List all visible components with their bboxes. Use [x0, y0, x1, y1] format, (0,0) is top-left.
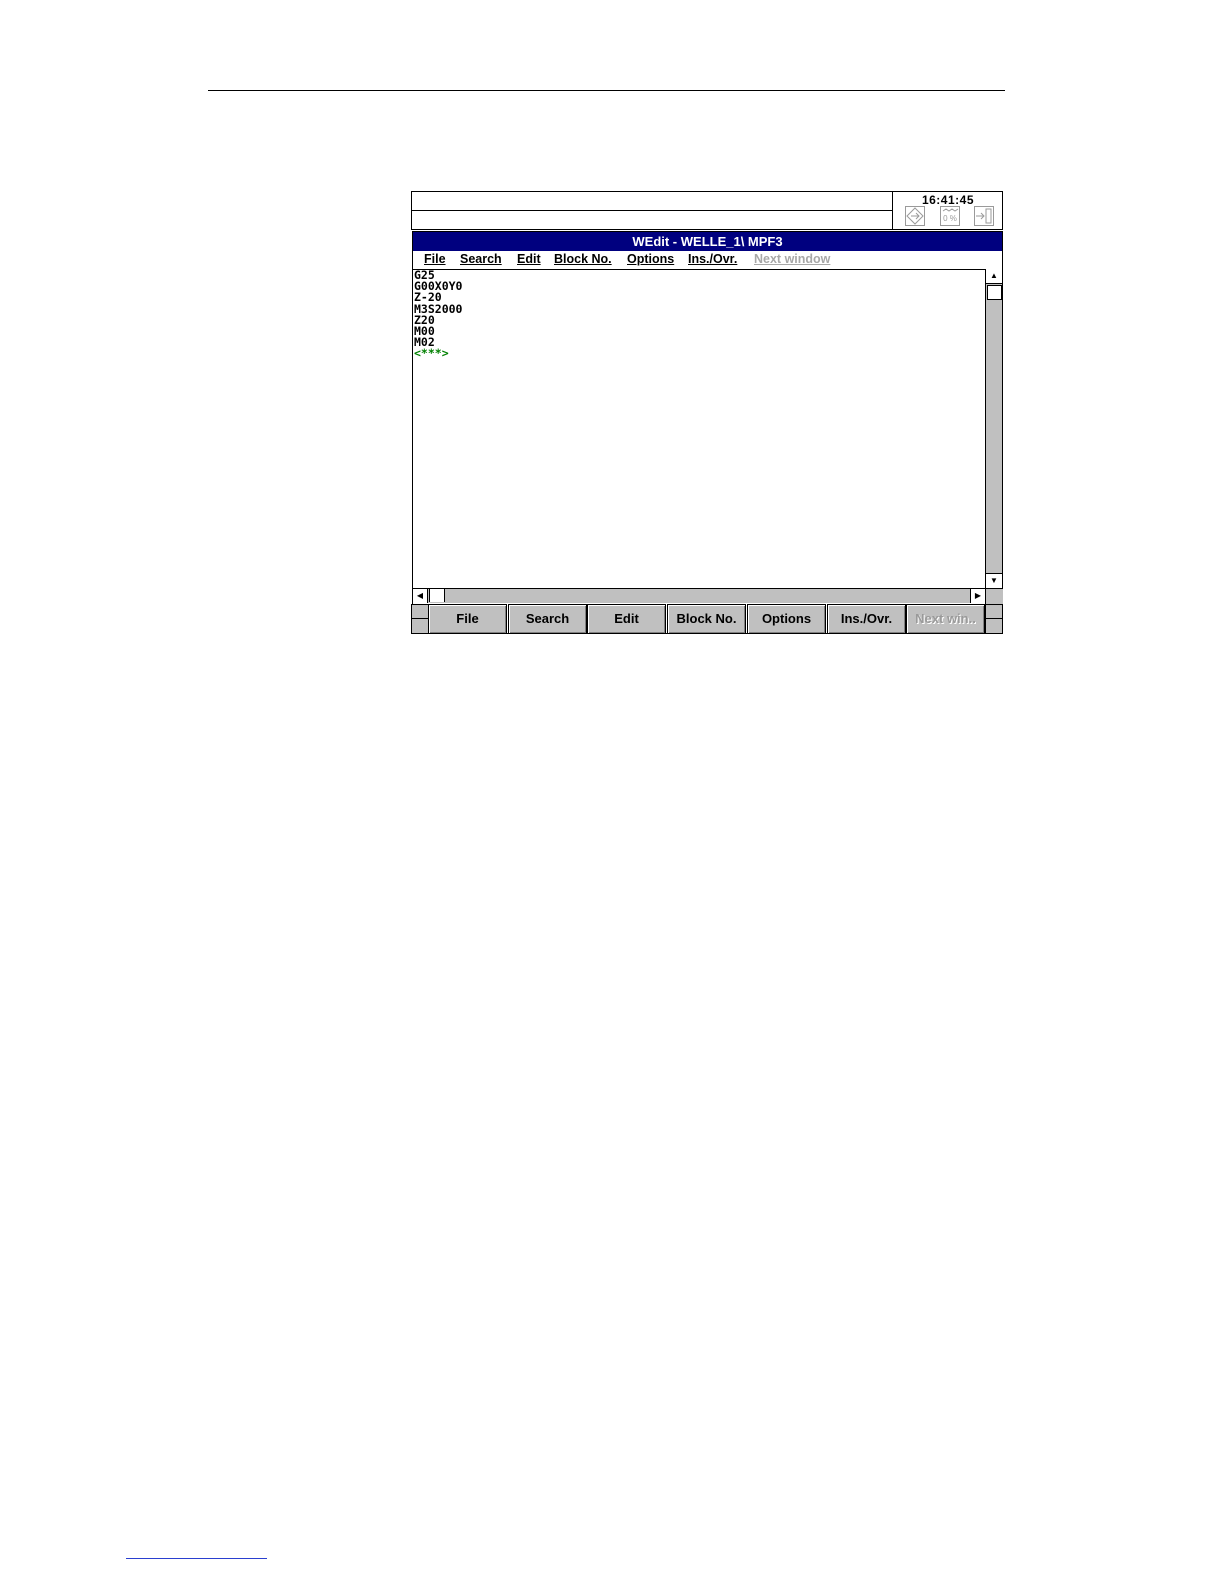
vertical-scroll-thumb[interactable] [987, 285, 1002, 300]
softkey-options[interactable]: Options [747, 604, 826, 634]
footnote-rule [126, 1558, 267, 1559]
status-panel: 16:41:45 0 % [892, 191, 1003, 230]
horizontal-scrollbar[interactable]: ◀ ▶ [413, 588, 985, 603]
override-text: 0 % [943, 214, 957, 223]
menu-options[interactable]: Options [627, 252, 674, 266]
page-header-rule [208, 90, 1005, 91]
exit-icon [974, 206, 994, 226]
code-editor[interactable]: G25 G00X0Y0 Z-20 M3S2000 Z20 M00 M02 <**… [414, 270, 984, 587]
code-line[interactable]: Z-20 [414, 292, 984, 304]
clock-display: 16:41:45 [921, 193, 974, 207]
menu-next-window[interactable]: Next window [754, 252, 830, 266]
feed-override-icon: 0 % [940, 206, 960, 226]
menu-search[interactable]: Search [460, 252, 502, 266]
scroll-down-icon[interactable]: ▼ [986, 573, 1002, 588]
window-title: WEdit - WELLE_1\ MPF3 [413, 232, 1002, 251]
program-state-icon [905, 206, 925, 226]
menu-edit[interactable]: Edit [517, 252, 541, 266]
wedit-window: WEdit - WELLE_1\ MPF3 File Search Edit B… [412, 231, 1003, 634]
softkey-ins-ovr[interactable]: Ins./Ovr. [827, 604, 906, 634]
softkey-bar: File Search Edit Block No. Options Ins./… [411, 604, 1003, 634]
recall-key[interactable] [411, 604, 429, 634]
vertical-scrollbar[interactable]: ▲ ▼ [985, 269, 1002, 588]
menu-block-no[interactable]: Block No. [554, 252, 612, 266]
softkey-search[interactable]: Search [508, 604, 587, 634]
code-line[interactable]: G00X0Y0 [414, 280, 984, 292]
end-of-program-marker[interactable]: <***> [414, 348, 984, 360]
horizontal-scroll-thumb[interactable] [429, 589, 445, 602]
scroll-up-icon[interactable]: ▲ [986, 269, 1002, 284]
code-line[interactable]: M3S2000 [414, 303, 984, 315]
code-line[interactable]: M00 [414, 325, 984, 337]
scrollbar-corner [985, 588, 1003, 604]
scroll-left-icon[interactable]: ◀ [413, 589, 428, 603]
menu-ins-ovr[interactable]: Ins./Ovr. [688, 252, 737, 266]
softkey-file[interactable]: File [428, 604, 507, 634]
message-line-1 [411, 191, 893, 211]
scroll-right-icon[interactable]: ▶ [970, 589, 985, 603]
softkey-block-no[interactable]: Block No. [667, 604, 746, 634]
code-line[interactable]: Z20 [414, 314, 984, 326]
softkey-next-window[interactable]: Next win.. [906, 604, 985, 634]
code-line[interactable]: G25 [414, 270, 984, 281]
menu-file[interactable]: File [424, 252, 446, 266]
softkey-edit[interactable]: Edit [587, 604, 666, 634]
menu-bar: File Search Edit Block No. Options Ins./… [413, 251, 1002, 270]
message-line-2 [411, 210, 893, 230]
hmi-screen: 16:41:45 0 % WEdit - WELLE_1\ MPF3 File … [411, 191, 1003, 634]
etc-key[interactable] [985, 604, 1003, 634]
code-line[interactable]: M02 [414, 336, 984, 348]
